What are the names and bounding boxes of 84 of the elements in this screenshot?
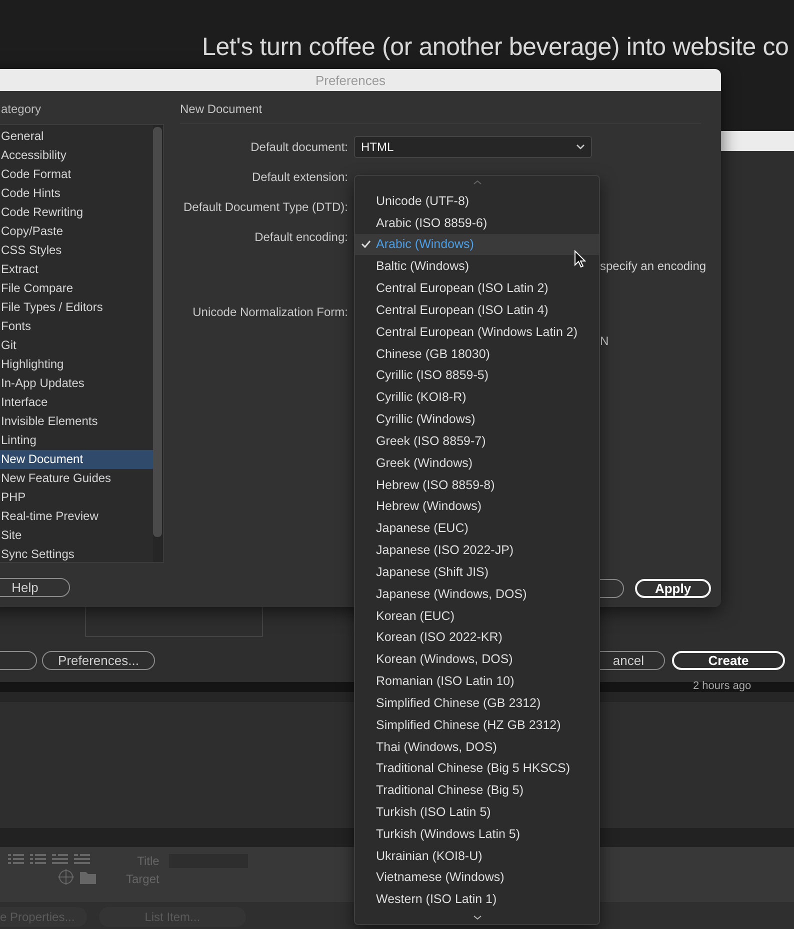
pointer-icon: [574, 250, 586, 268]
folder-icon[interactable]: [80, 870, 96, 884]
category-item[interactable]: Code Format: [0, 165, 153, 184]
category-item[interactable]: PHP: [0, 488, 153, 507]
field-label: Default document:: [250, 140, 348, 154]
category-item[interactable]: Sync Settings: [0, 545, 153, 564]
category-item[interactable]: General: [0, 127, 153, 146]
menu-item[interactable]: Cyrillic (Windows): [355, 408, 599, 430]
chevron-down-icon: [576, 144, 585, 150]
menu-item[interactable]: Arabic (Windows): [355, 234, 599, 256]
create-button[interactable]: Create: [672, 650, 785, 670]
category-item[interactable]: Extract: [0, 260, 153, 279]
dialog-title: Preferences: [315, 72, 386, 88]
menu-item[interactable]: Central European (ISO Latin 2): [355, 277, 599, 300]
menu-item[interactable]: Korean (EUC): [355, 604, 599, 626]
menu-item[interactable]: Traditional Chinese (Big 5 HKSCS): [355, 757, 599, 780]
checkmark-icon: [360, 240, 370, 248]
target-icon[interactable]: [58, 869, 74, 885]
scrollbar-thumb[interactable]: [153, 127, 162, 537]
category-item[interactable]: Git: [0, 336, 153, 355]
menu-item[interactable]: Baltic (Windows): [355, 255, 599, 278]
category-item[interactable]: Site: [0, 526, 153, 545]
menu-item[interactable]: Traditional Chinese (Big 5): [355, 779, 599, 802]
menu-item[interactable]: Cyrillic (ISO 8859-5): [355, 364, 599, 386]
document-select[interactable]: HTML: [354, 136, 592, 158]
field-label: Default Document Type (DTD):: [182, 200, 348, 214]
menu-item[interactable]: Chinese (GB 18030): [355, 342, 599, 365]
menu-item[interactable]: Western (ISO Latin 1): [355, 888, 599, 910]
category-item[interactable]: Interface: [0, 393, 153, 412]
hint-text: N: [600, 333, 609, 348]
menu-item[interactable]: Ukrainian (KOI8-U): [355, 844, 599, 867]
menu-item[interactable]: Japanese (EUC): [355, 517, 599, 540]
bullet-list-icon[interactable]: [8, 853, 24, 865]
menu-item[interactable]: Hebrew (ISO 8859-8): [355, 474, 599, 496]
menu-item[interactable]: Japanese (Windows, DOS): [355, 582, 599, 605]
category-item[interactable]: Copy/Paste: [0, 222, 153, 241]
outdent-icon[interactable]: [52, 853, 68, 865]
headline: Let's turn coffee (or another beverage) into website co: [202, 33, 789, 61]
chevron-up-icon[interactable]: [472, 180, 482, 186]
menu-item[interactable]: Central European (ISO Latin 4): [355, 299, 599, 321]
menu-item[interactable]: Turkish (Windows Latin 5): [355, 822, 599, 845]
category-item[interactable]: Code Rewriting: [0, 203, 153, 222]
menu-item[interactable]: Japanese (Shift JIS): [355, 560, 599, 583]
menu-item[interactable]: Greek (ISO 8859-7): [355, 430, 599, 452]
menu-item[interactable]: Hebrew (Windows): [355, 495, 599, 518]
menu-item[interactable]: Cyrillic (KOI8-R): [355, 386, 599, 408]
help-button[interactable]: Help: [0, 578, 70, 597]
chevron-down-icon[interactable]: [472, 914, 482, 920]
hint-text: specify an encoding: [600, 258, 706, 273]
category-item[interactable]: Invisible Elements: [0, 412, 153, 431]
menu-item[interactable]: Korean (ISO 2022-KR): [355, 626, 599, 648]
category-item[interactable]: Real-time Preview: [0, 507, 153, 526]
field-label: Unicode Normalization Form:: [192, 305, 348, 319]
category-item[interactable]: Accessibility: [0, 146, 153, 165]
category-item[interactable]: CSS Styles: [0, 241, 153, 260]
category-item[interactable]: Highlighting: [0, 355, 153, 374]
menu-item[interactable]: Romanian (ISO Latin 10): [355, 670, 599, 692]
category-item[interactable]: Linting: [0, 431, 153, 450]
category-item[interactable]: Code Hints: [0, 184, 153, 203]
category-item[interactable]: Fonts: [0, 317, 153, 336]
menu-item[interactable]: Central European (Windows Latin 2): [355, 320, 599, 343]
menu-item[interactable]: Thai (Windows, DOS): [355, 736, 599, 758]
menu-item[interactable]: Vietnamese (Windows): [355, 866, 599, 888]
category-item[interactable]: New Feature Guides: [0, 469, 153, 488]
numbered-list-icon[interactable]: [30, 853, 46, 865]
menu-item[interactable]: Arabic (ISO 8859-6): [355, 212, 599, 234]
menu-item[interactable]: Greek (Windows): [355, 452, 599, 474]
apply-button[interactable]: Apply: [635, 579, 711, 598]
category-item[interactable]: In-App Updates: [0, 374, 153, 393]
category-item[interactable]: File Compare: [0, 279, 153, 298]
indent-icon[interactable]: [74, 853, 90, 865]
menu-item[interactable]: Japanese (ISO 2022-JP): [355, 539, 599, 561]
field-label: Default encoding:: [254, 230, 348, 244]
preferences-button[interactable]: Preferences...: [42, 650, 155, 670]
menu-item[interactable]: Simplified Chinese (GB 2312): [355, 692, 599, 714]
menu-item[interactable]: Simplified Chinese (HZ GB 2312): [355, 714, 599, 736]
category-item[interactable]: File Types / Editors: [0, 298, 153, 317]
menu-item[interactable]: Turkish (ISO Latin 5): [355, 801, 599, 823]
timestamp: 2 hours ago: [693, 680, 752, 692]
field-label: Default extension:: [250, 170, 348, 184]
category-label: ategory: [1, 102, 42, 116]
menu-item[interactable]: Unicode (UTF-8): [355, 190, 599, 212]
section-title: New Document: [180, 102, 262, 116]
category-item[interactable]: New Document: [0, 450, 153, 469]
